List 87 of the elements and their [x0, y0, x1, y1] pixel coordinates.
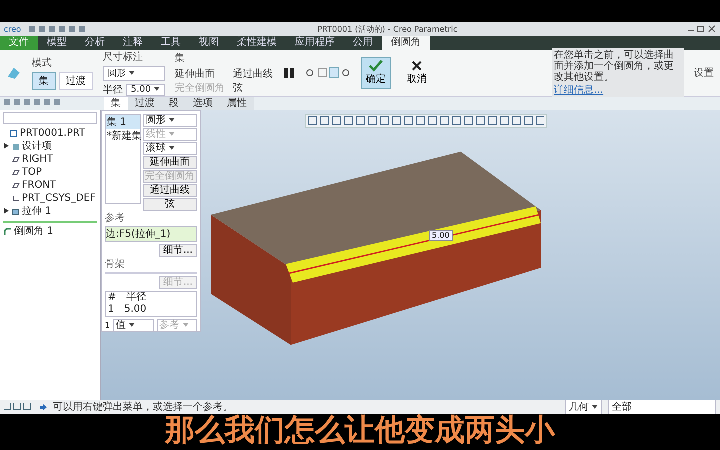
ribbon-tab[interactable]: 分析	[76, 36, 114, 50]
tree-item[interactable]: TOP	[22, 167, 42, 179]
expand-arrow-icon[interactable]	[4, 208, 9, 214]
table-cell: 1	[108, 304, 114, 316]
tree-item[interactable]: PRT_CSYS_DEF	[22, 193, 96, 205]
tree-item[interactable]: PRT0001.PRT	[20, 128, 86, 140]
tree-item[interactable]: 倒圆角 1	[14, 226, 54, 238]
round-icon	[4, 228, 12, 236]
ribbon-tab[interactable]: 公用	[344, 36, 382, 50]
panel-button[interactable]: 延伸曲面	[143, 156, 197, 169]
value-dropdown[interactable]: 值	[113, 319, 154, 332]
checkmark-icon	[368, 60, 383, 72]
column-header: 半径	[126, 292, 146, 304]
caret-icon	[169, 118, 176, 122]
column-header: #	[108, 292, 116, 304]
tree-item[interactable]: 拉伸 1	[22, 206, 52, 218]
video-subtitle: 那么我们怎么让他变成两头小	[165, 414, 555, 448]
details-button[interactable]: 细节...	[159, 244, 197, 257]
extrude-icon	[12, 208, 20, 216]
group-label: 集	[174, 52, 186, 65]
round-tool-icon	[6, 65, 22, 81]
ribbon-tab[interactable]: 柔性建模	[228, 36, 286, 50]
panel-tab[interactable]: 过渡	[128, 97, 162, 110]
window-controls-icon[interactable]	[686, 25, 716, 33]
caret-icon	[128, 71, 135, 76]
ribbon-tab[interactable]: 文件	[0, 36, 38, 50]
caret-icon	[129, 323, 136, 328]
caret-icon	[154, 87, 160, 92]
ribbon-tab[interactable]: 视图	[190, 36, 228, 50]
skeleton-label: 骨架	[105, 259, 126, 270]
mode-button[interactable]: 集	[32, 72, 56, 90]
group-label: 模式	[32, 56, 53, 70]
preview-icons[interactable]	[304, 67, 351, 79]
set-option[interactable]: 延伸曲面	[174, 67, 225, 81]
reference-collector[interactable]: 边:F5(拉伸_1)	[105, 226, 197, 242]
tree-item[interactable]: 设计项	[22, 141, 52, 153]
window-title: PRT0001 (活动的) - Creo Parametric	[316, 24, 459, 34]
close-icon	[410, 60, 423, 72]
confirm-button[interactable]: 确定	[360, 57, 391, 89]
tree-item[interactable]: RIGHT	[22, 154, 54, 166]
references-label: 参考	[105, 213, 126, 224]
panel-tab[interactable]: 段	[162, 97, 186, 110]
panel-tab[interactable]: 选项	[186, 97, 220, 110]
details-link[interactable]: 详细信息...	[554, 82, 682, 96]
app-logo: creo	[4, 24, 22, 34]
ribbon-tab[interactable]: 模型	[38, 36, 76, 50]
panel-button[interactable]: 通过曲线	[143, 184, 197, 197]
dimension-label: 5.00	[429, 230, 453, 241]
message-arrow-icon	[40, 404, 47, 410]
radius-field[interactable]: 5.00	[126, 84, 165, 96]
caret-icon	[169, 146, 176, 150]
cancel-button[interactable]: 取消	[400, 59, 433, 87]
mode-button[interactable]: 过渡	[59, 72, 93, 90]
view-toolbar-icons[interactable]	[308, 116, 544, 126]
layers-icon	[12, 143, 20, 151]
settings-button[interactable]: 设置	[694, 66, 714, 80]
part-icon	[10, 130, 18, 138]
set-option[interactable]: 通过曲线	[232, 67, 273, 81]
set-list-item[interactable]: 集 1	[106, 115, 140, 129]
panel-tab[interactable]: 属性	[220, 97, 254, 110]
group-label: 尺寸标注	[103, 50, 144, 64]
radius-label: 半径	[103, 84, 123, 96]
hint-text: 在您单击之前，可以选择曲面并添加一个倒圆角，或更改其他设置。	[554, 50, 675, 82]
row-number: 1	[105, 321, 110, 330]
axes-icon	[12, 195, 20, 203]
set-option[interactable]: 弦	[232, 81, 273, 95]
caret-icon	[592, 405, 598, 410]
shape-dropdown[interactable]: 圆形	[143, 114, 197, 127]
ribbon-tab[interactable]: 倒圆角	[382, 36, 430, 50]
pause-icon[interactable]	[282, 67, 295, 79]
expand-arrow-icon[interactable]	[4, 143, 9, 149]
caret-icon	[169, 132, 176, 136]
table-cell: 5.00	[124, 304, 147, 316]
status-message: 可以用右键弹出菜单，或选择一个参考。	[53, 400, 234, 414]
panel-button[interactable]: 弦	[143, 198, 197, 211]
ribbon-tab[interactable]: 工具	[152, 36, 190, 50]
ribbon-tab[interactable]: 应用程序	[286, 36, 344, 50]
tree-item[interactable]: FRONT	[22, 180, 56, 192]
shape-dropdown[interactable]: 圆形	[103, 66, 165, 80]
set-list-item[interactable]: *新建集	[106, 129, 140, 143]
panel-tab[interactable]: 集	[104, 97, 128, 110]
search-field[interactable]	[3, 112, 97, 124]
caret-icon	[182, 323, 189, 328]
ribbon-tab[interactable]: 注释	[114, 36, 152, 50]
status-icons[interactable]	[4, 403, 34, 411]
reference-item: 边:F5(拉伸_1)	[106, 229, 171, 240]
method-dropdown[interactable]: 滚球	[143, 142, 197, 155]
